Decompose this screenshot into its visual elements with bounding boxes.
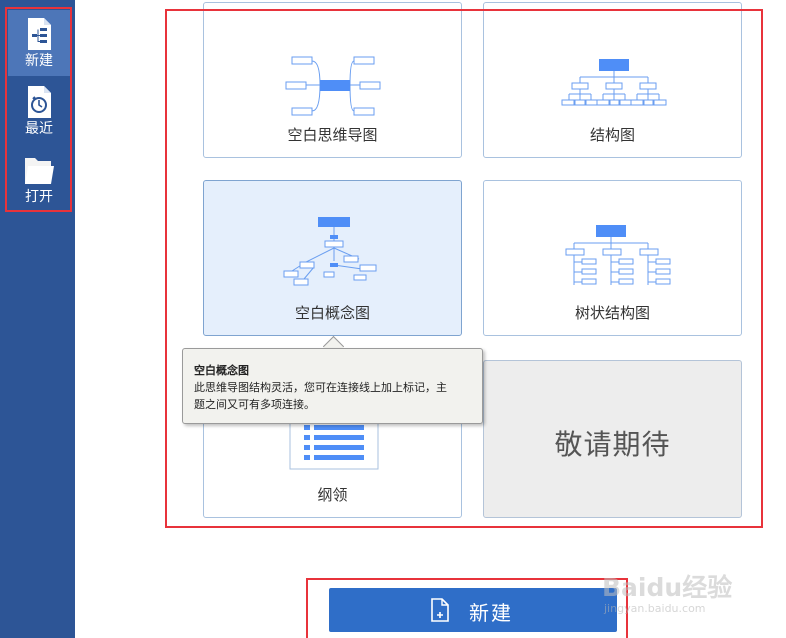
sidebar: 新建 最近 打开 — [0, 0, 75, 638]
watermark-url: jingyan.baidu.com — [604, 602, 706, 615]
templates-highlight-box — [165, 9, 763, 528]
button-highlight-box — [306, 578, 628, 638]
tooltip-text-line: 此思维导图结构灵活，您可在连接线上加上标记，主 — [194, 381, 447, 394]
sidebar-highlight-box — [5, 7, 72, 212]
template-tooltip: 空白概念图 此思维导图结构灵活，您可在连接线上加上标记，主 题之间又可有多项连接… — [182, 348, 483, 424]
tooltip-title: 空白概念图 — [194, 364, 249, 377]
tooltip-text-line: 题之间又可有多项连接。 — [194, 398, 315, 411]
watermark-logo-text: Baidu经验 — [602, 573, 733, 602]
baidu-watermark: Baidu经验 jingyan.baidu.com — [598, 568, 748, 620]
